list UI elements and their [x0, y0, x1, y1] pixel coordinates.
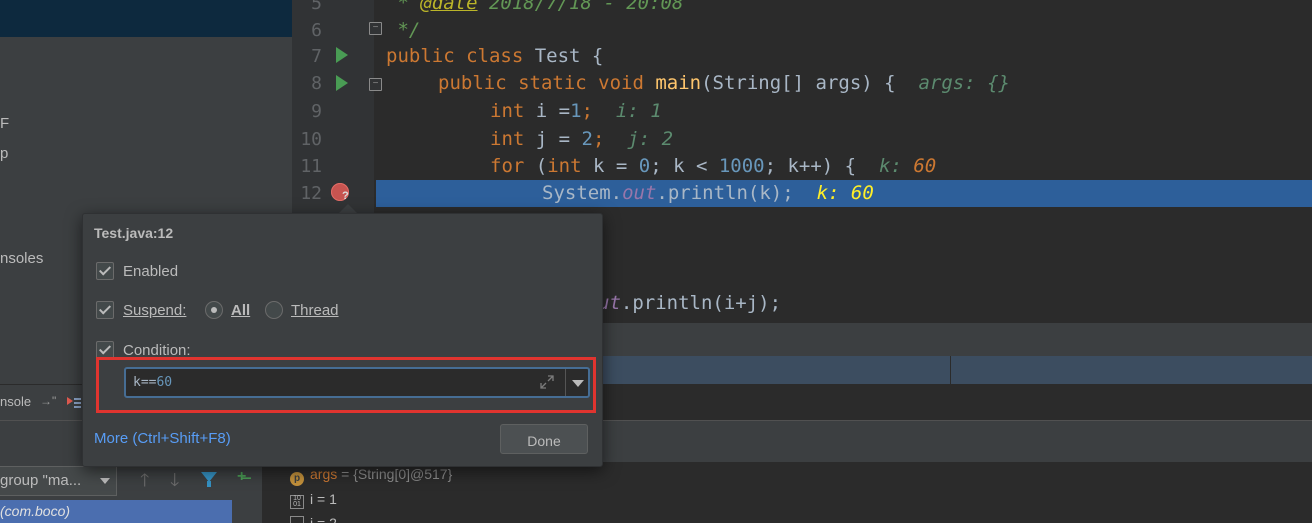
arrow-down-icon[interactable]: 🡓 — [170, 468, 179, 498]
suspend-label: Suspend: — [123, 302, 187, 319]
primitive-icon — [290, 516, 304, 523]
line-number: 12 — [300, 183, 322, 204]
suspend-thread-label: Thread — [291, 302, 339, 319]
console-tab-arrow[interactable]: →" — [40, 394, 56, 408]
arrow-up-icon[interactable]: 🡑 — [140, 468, 149, 498]
chevron-down-icon — [100, 478, 110, 484]
variable-row[interactable]: j = 2 — [290, 515, 337, 523]
filter-icon[interactable] — [201, 472, 217, 487]
fold-icon[interactable]: − — [369, 22, 382, 35]
run-gutter-icon[interactable] — [336, 47, 348, 63]
line-number: 11 — [300, 156, 322, 177]
code-line-7: public class Test { — [386, 45, 604, 67]
variables-toolbar: +̶ — [232, 462, 262, 523]
suspend-checkbox[interactable] — [96, 301, 114, 319]
line-number: 5 — [311, 0, 322, 14]
project-item-f[interactable]: F — [0, 115, 9, 132]
variable-row[interactable]: 10 01 i = 1 — [290, 491, 337, 509]
variables-panel: p args = {String[0]@517} 10 01 i = 1 j = 2 — [262, 462, 1312, 523]
project-item-p[interactable]: p — [0, 145, 8, 162]
thread-select[interactable]: group "ma... — [0, 466, 117, 496]
condition-history-dropdown[interactable] — [565, 369, 590, 396]
done-button[interactable]: Done — [500, 424, 588, 454]
suspend-all-radio[interactable] — [205, 301, 223, 319]
code-line-15: ut.println(i+j); — [598, 292, 782, 314]
code-line-8: public static void main(String[] args) {… — [438, 72, 1010, 94]
code-line-9: int i =1; i: 1 — [490, 100, 662, 122]
thread-select-value: group "ma... — [0, 472, 82, 489]
parameter-icon: p — [290, 472, 304, 486]
code-line-6: */ — [386, 19, 421, 41]
expand-icon[interactable] — [539, 374, 555, 390]
code-line-12: System.out.println(k); k: 60 — [542, 182, 874, 204]
run-gutter-icon[interactable] — [336, 75, 348, 91]
project-selected-row[interactable] — [0, 0, 292, 37]
conditional-breakpoint-icon[interactable] — [331, 183, 349, 202]
divider — [950, 356, 951, 384]
code-line-11: for (int k = 0; k < 1000; k++) { k: 60 — [490, 155, 937, 177]
line-number: 8 — [311, 73, 322, 94]
popup-pointer — [339, 204, 357, 213]
console-log-icon[interactable] — [66, 395, 82, 411]
enabled-checkbox[interactable] — [96, 262, 114, 280]
condition-value: k==60 — [133, 375, 173, 390]
code-line-10: int j = 2; j: 2 — [490, 128, 674, 150]
enabled-label: Enabled — [123, 263, 179, 280]
more-link[interactable]: More (Ctrl+Shift+F8) — [94, 430, 231, 447]
frame-list-item[interactable]: (com.boco) — [0, 500, 232, 523]
line-number: 9 — [311, 101, 322, 122]
console-tab[interactable]: nsole — [0, 394, 31, 409]
line-number: 10 — [300, 129, 322, 150]
code-line-5: * @date 2018/7/18 - 20:08 — [386, 0, 684, 14]
primitive-icon: 10 01 — [290, 495, 304, 509]
line-number: 6 — [311, 20, 322, 41]
project-item-consoles[interactable]: nsoles — [0, 250, 43, 267]
suspend-thread-radio[interactable] — [265, 301, 283, 319]
frame-label: (com.boco) — [0, 503, 71, 519]
popup-title: Test.java:12 — [94, 225, 174, 241]
breakpoint-properties-popup: Test.java:12 Enabled Suspend: All Thread… — [82, 213, 603, 467]
add-watch-icon[interactable]: +̶ — [237, 468, 246, 486]
fold-icon[interactable]: − — [369, 78, 382, 91]
condition-input[interactable]: k==60 — [124, 367, 590, 398]
variable-row[interactable]: p args = {String[0]@517} — [290, 466, 452, 486]
suspend-all-label: All — [231, 302, 251, 319]
line-number: 7 — [311, 46, 322, 67]
